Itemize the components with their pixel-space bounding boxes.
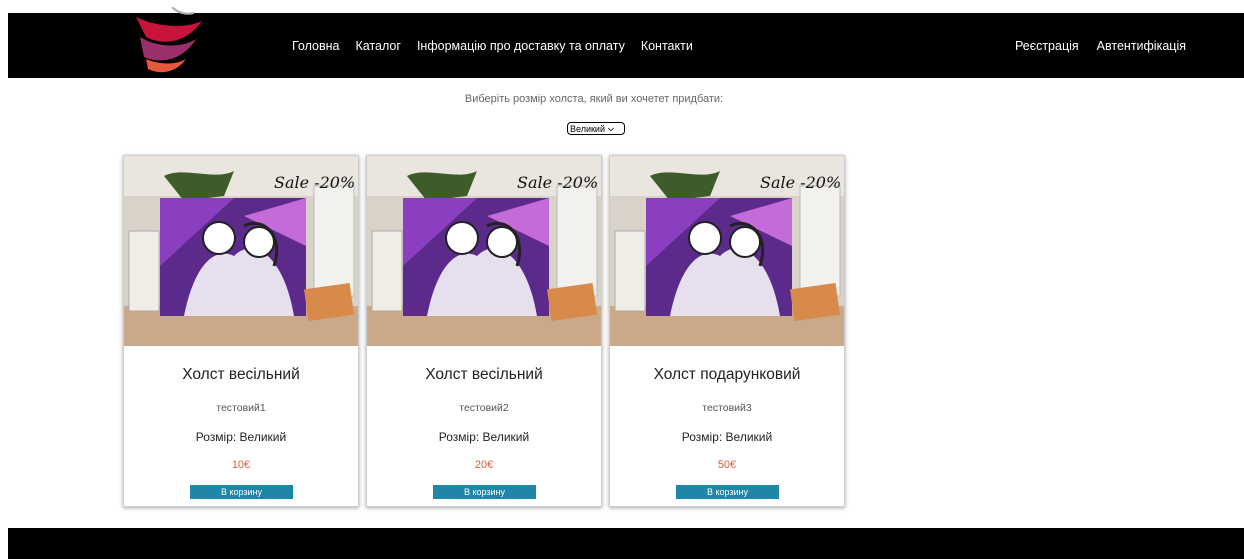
site-header: Головна Каталог Інформацію про доставку … — [8, 7, 1244, 78]
nav-delivery-link[interactable]: Інформацію про доставку та оплату — [417, 39, 625, 53]
size-select[interactable]: Великий ⌵ — [567, 122, 625, 135]
sale-banner: Sale -20% — [517, 173, 598, 192]
product-title[interactable]: Холст весільний — [367, 366, 601, 384]
auth-nav: Реєстрація Автентифікація — [997, 13, 1186, 78]
sale-banner: Sale -20% — [274, 173, 355, 192]
login-link[interactable]: Автентифікація — [1097, 39, 1186, 53]
product-price: 50€ — [717, 459, 737, 471]
product-size: Розмір: Великий — [438, 430, 530, 444]
product-price: 10€ — [231, 459, 251, 471]
product-description: тестовий2 — [459, 402, 509, 414]
add-to-cart-button[interactable]: В корзину — [676, 485, 779, 499]
nav-home-link[interactable]: Головна — [292, 39, 340, 53]
size-select-value: Великий — [570, 123, 605, 134]
site-footer — [8, 528, 1244, 559]
nav-catalog-link[interactable]: Каталог — [356, 39, 401, 53]
product-size: Розмір: Великий — [195, 430, 287, 444]
product-card: Sale -20% Холст весільний тестовий2 Розм… — [366, 155, 602, 507]
product-size: Розмір: Великий — [681, 430, 773, 444]
product-grid: Sale -20% Холст весільний тестовий1 Розм… — [123, 155, 852, 507]
add-to-cart-button[interactable]: В корзину — [433, 485, 536, 499]
product-image[interactable]: Sale -20% — [124, 156, 358, 346]
product-description: тестовий1 — [216, 402, 266, 414]
product-price: 20€ — [474, 459, 494, 471]
product-title[interactable]: Холст весільний — [124, 366, 358, 384]
product-image[interactable]: Sale -20% — [367, 156, 601, 346]
main-nav: Головна Каталог Інформацію про доставку … — [292, 13, 709, 78]
add-to-cart-button[interactable]: В корзину — [190, 485, 293, 499]
product-description: тестовий3 — [702, 402, 752, 414]
product-card: Sale -20% Холст подарунковий тестовий3 Р… — [609, 155, 845, 507]
product-title[interactable]: Холст подарунковий — [610, 366, 844, 384]
sale-banner: Sale -20% — [760, 173, 841, 192]
brand-logo[interactable] — [126, 7, 208, 81]
chevron-down-icon: ⌵ — [607, 123, 615, 133]
product-image[interactable]: Sale -20% — [610, 156, 844, 346]
nav-contacts-link[interactable]: Контакти — [641, 39, 693, 53]
register-link[interactable]: Реєстрація — [1015, 39, 1079, 53]
size-prompt: Виберіть розмір холста, який ви хочетет … — [464, 93, 724, 105]
product-card: Sale -20% Холст весільний тестовий1 Розм… — [123, 155, 359, 507]
